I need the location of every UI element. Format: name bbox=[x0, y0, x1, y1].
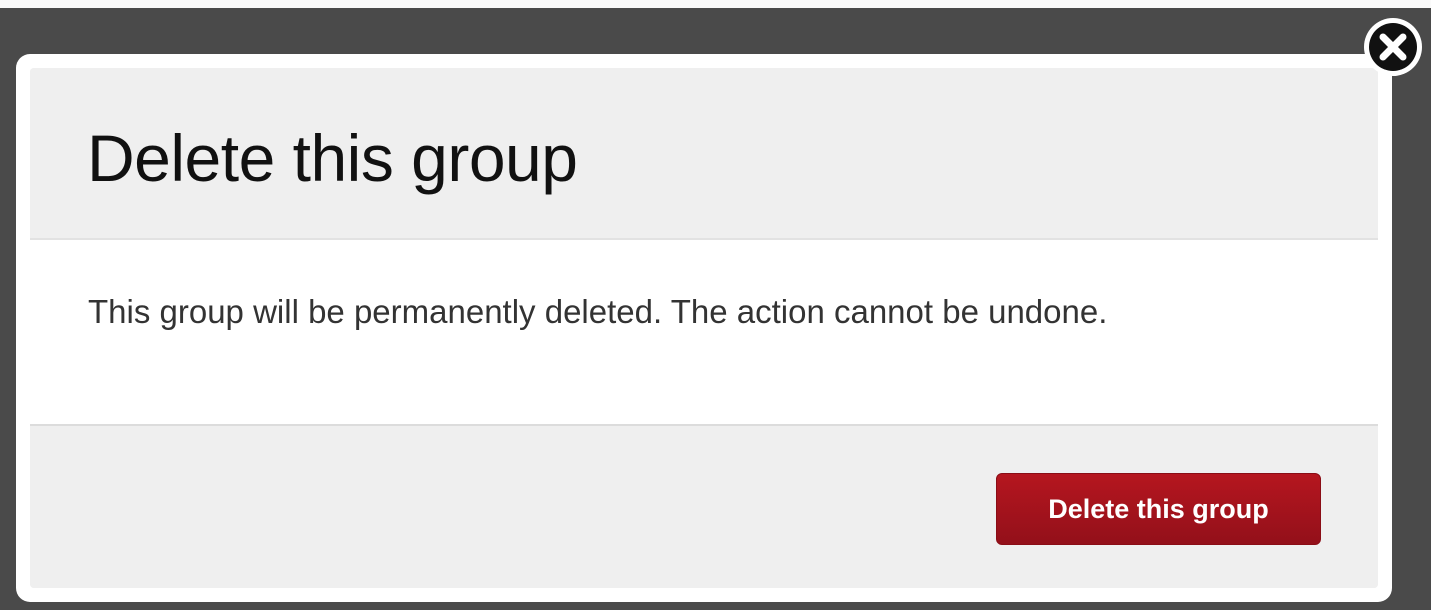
dialog-message: This group will be permanently deleted. … bbox=[88, 293, 1108, 330]
delete-group-button[interactable]: Delete this group bbox=[996, 473, 1321, 545]
dialog-panel: Delete this group This group will be per… bbox=[30, 68, 1378, 588]
dialog-footer: Delete this group bbox=[30, 426, 1378, 588]
dialog-header: Delete this group bbox=[30, 68, 1378, 240]
dialog-title: Delete this group bbox=[87, 121, 578, 195]
close-icon bbox=[1364, 18, 1422, 76]
page-top-strip bbox=[0, 0, 1431, 8]
close-dialog-button[interactable] bbox=[1362, 16, 1424, 78]
delete-group-dialog: Delete this group This group will be per… bbox=[16, 54, 1392, 602]
dialog-body: This group will be permanently deleted. … bbox=[30, 240, 1378, 426]
